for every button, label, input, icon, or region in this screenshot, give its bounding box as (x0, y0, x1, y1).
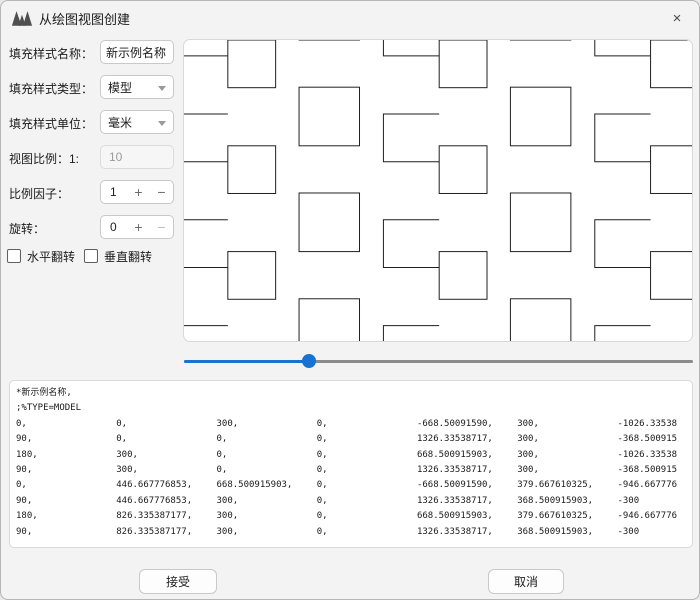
rotation-value[interactable]: 0 (101, 220, 127, 234)
scale-factor-plus-button[interactable]: + (127, 184, 150, 200)
title-bar: 从绘图视图创建 × (1, 1, 699, 33)
pattern-unit-select[interactable]: 毫米 (100, 110, 174, 134)
flip-vertical-option[interactable]: 垂直翻转 (84, 248, 152, 264)
label-fill-pattern-type: 填充样式类型： (9, 76, 93, 100)
flip-horizontal-checkbox[interactable] (7, 249, 21, 263)
flip-vertical-checkbox[interactable] (84, 249, 98, 263)
flip-vertical-label: 垂直翻转 (104, 248, 152, 265)
pattern-type-select[interactable]: 模型 (100, 75, 174, 99)
pattern-type-value: 模型 (108, 79, 132, 96)
window-title: 从绘图视图创建 (39, 9, 130, 28)
hatch-preview-panel (183, 39, 693, 342)
app-logo-icon (11, 8, 33, 27)
rotation-stepper: 0 + − (100, 215, 174, 239)
label-view-scale: 视图比例：1: (9, 146, 79, 170)
cancel-button[interactable]: 取消 (488, 569, 564, 594)
rotation-minus-button[interactable]: − (150, 219, 173, 235)
label-fill-pattern-name: 填充样式名称： (9, 41, 93, 65)
hatch-preview-svg (184, 40, 692, 341)
scale-factor-minus-button[interactable]: − (150, 184, 173, 200)
slider-track-fill (184, 360, 309, 363)
close-icon[interactable]: × (662, 6, 692, 30)
pattern-name-input[interactable]: 新示例名称 (100, 40, 174, 64)
pattern-definition-text: *新示例名称, ;%TYPE=MODEL 0, 0, 300, 0, -668.… (10, 381, 692, 540)
slider-thumb[interactable] (302, 354, 316, 368)
pattern-definition-box[interactable]: *新示例名称, ;%TYPE=MODEL 0, 0, 300, 0, -668.… (9, 380, 693, 548)
scale-factor-stepper: 1 + − (100, 180, 174, 204)
dialog-create-from-drawing-view: 从绘图视图创建 × 填充样式名称： 填充样式类型： 填充样式单位： 视图比例：1… (0, 0, 700, 600)
chevron-down-icon (158, 121, 166, 126)
pattern-unit-value: 毫米 (108, 114, 132, 131)
flip-horizontal-option[interactable]: 水平翻转 (7, 248, 75, 264)
flip-horizontal-label: 水平翻转 (27, 248, 75, 265)
preview-zoom-slider[interactable] (184, 353, 693, 369)
label-rotation: 旋转： (9, 216, 45, 240)
accept-button[interactable]: 接受 (139, 569, 217, 594)
rotation-plus-button[interactable]: + (127, 219, 150, 235)
scale-factor-value[interactable]: 1 (101, 185, 127, 199)
chevron-down-icon (158, 86, 166, 91)
label-fill-pattern-unit: 填充样式单位： (9, 111, 93, 135)
view-scale-input: 10 (100, 145, 174, 169)
label-scale-factor: 比例因子： (9, 181, 69, 205)
